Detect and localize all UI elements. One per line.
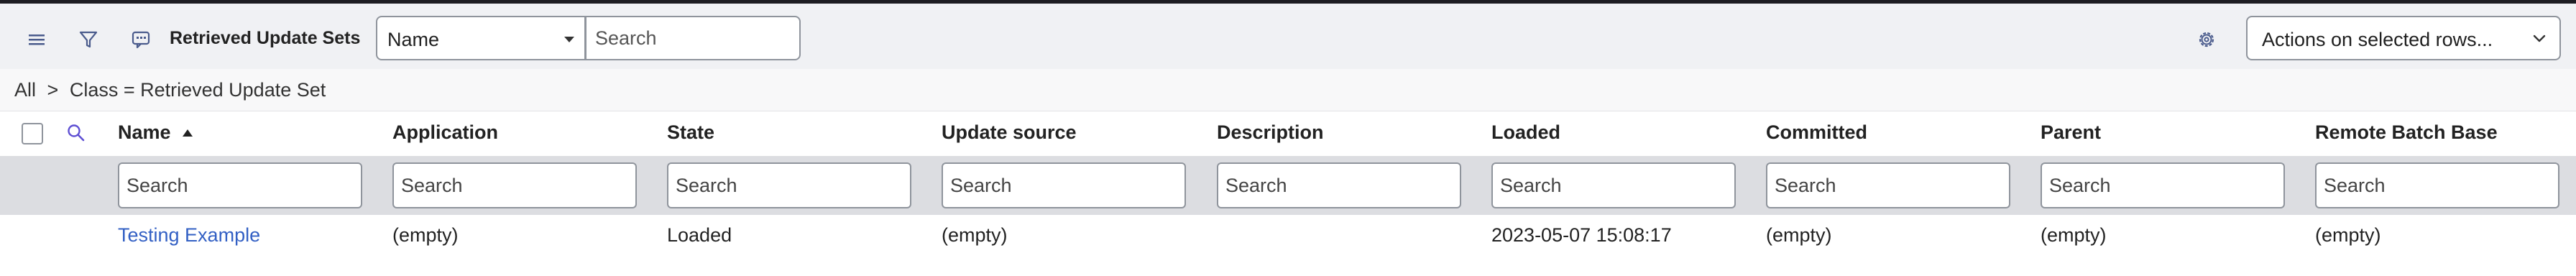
column-header-description[interactable]: Description [1217,121,1324,144]
column-search-state[interactable] [667,162,911,208]
column-search-parent[interactable] [2041,162,2285,208]
column-header-label: Name [118,121,171,143]
column-search-committed[interactable] [1766,162,2010,208]
gear-icon[interactable] [2191,24,2222,55]
page-title: Retrieved Update Sets [170,28,361,48]
column-header-remote-batch-base[interactable]: Remote Batch Base [2315,121,2498,144]
filter-icon[interactable] [73,24,104,55]
search-field-select[interactable]: Name [376,16,586,60]
list-search-input[interactable] [586,16,801,60]
breadcrumb-root[interactable]: All [14,79,36,101]
cell-parent: (empty) [2041,224,2107,246]
column-search-description[interactable] [1217,162,1461,208]
select-all-checkbox[interactable] [22,123,43,144]
column-search-application[interactable] [392,162,637,208]
actions-select-label: Actions on selected rows... [2262,29,2493,50]
hamburger-menu-icon[interactable] [21,24,52,55]
search-field-select-value: Name [387,29,440,50]
column-search-loaded[interactable] [1491,162,1736,208]
column-header-loaded[interactable]: Loaded [1491,121,1560,144]
column-search-remote-batch-base[interactable] [2315,162,2559,208]
list-toolbar: Retrieved Update Sets Name Actions on se… [0,4,2576,69]
column-header-application[interactable]: Application [392,121,498,144]
column-search-update-source[interactable] [942,162,1186,208]
column-search-row [0,156,2576,215]
caret-down-icon [564,37,574,42]
cell-application: (empty) [392,224,459,246]
search-icon[interactable] [66,123,86,147]
cell-name-link[interactable]: Testing Example [118,224,260,247]
chat-icon[interactable] [125,24,157,55]
column-header-parent[interactable]: Parent [2041,121,2101,144]
column-header-update-source[interactable]: Update source [942,121,1077,144]
table-row: Testing Example (empty) Loaded (empty) 2… [0,215,2576,261]
chevron-down-icon [2532,31,2547,49]
sort-ascending-icon [183,129,193,137]
column-header-name[interactable]: Name [118,121,195,144]
table-header-row: Name Application State Update source Des… [0,111,2576,156]
column-header-state[interactable]: State [667,121,714,144]
actions-select[interactable]: Actions on selected rows... [2246,16,2561,60]
breadcrumb: All > Class = Retrieved Update Set [14,79,326,101]
breadcrumb-bar: All > Class = Retrieved Update Set [0,69,2576,111]
cell-remote-batch-base: (empty) [2315,224,2381,246]
breadcrumb-condition[interactable]: Class = Retrieved Update Set [70,79,326,101]
cell-loaded: 2023-05-07 15:08:17 [1491,224,1672,246]
cell-committed: (empty) [1766,224,1832,246]
column-header-committed[interactable]: Committed [1766,121,1867,144]
column-search-name[interactable] [118,162,362,208]
breadcrumb-separator: > [47,79,59,101]
cell-update-source: (empty) [942,224,1008,246]
cell-state: Loaded [667,224,732,246]
